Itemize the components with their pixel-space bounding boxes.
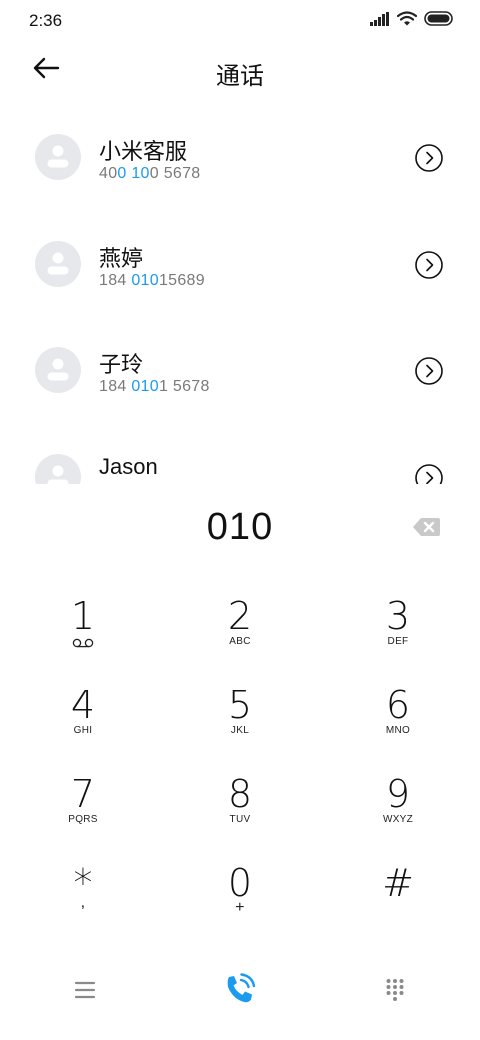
number-part: 0 5678: [149, 165, 201, 182]
key-1[interactable]: 1: [13, 594, 153, 674]
key-2[interactable]: 2 ABC: [170, 594, 310, 674]
key-8[interactable]: 8 TUV: [170, 772, 310, 852]
key-4[interactable]: 4 GHI: [13, 683, 153, 763]
key-letters: ,: [80, 894, 86, 911]
key-7[interactable]: 7 PQRS: [13, 772, 153, 852]
key-0[interactable]: 0 +: [170, 861, 310, 941]
chevron-circle-icon: [415, 251, 443, 279]
key-digit: 5: [227, 683, 253, 727]
key-digit: 9: [385, 772, 411, 816]
dialed-number[interactable]: 010: [0, 506, 480, 549]
page-title: 通话: [216, 63, 264, 90]
contact-number: 400 100 5678: [99, 165, 201, 183]
number-part: 184: [99, 272, 132, 289]
contact-detail-button[interactable]: [414, 463, 444, 484]
contact-name: 燕婷: [99, 246, 144, 271]
menu-icon: [74, 981, 96, 999]
key-letters: ABC: [229, 636, 251, 647]
key-5[interactable]: 5 JKL: [170, 683, 310, 763]
contact-row[interactable]: 燕婷 184 01015689: [0, 217, 480, 313]
header: 通话: [0, 40, 480, 100]
key-digit: 3: [385, 594, 411, 638]
key-9[interactable]: 9 WXYZ: [328, 772, 468, 852]
bottom-bar: [0, 960, 480, 1020]
number-match-highlight: 010: [131, 378, 159, 395]
wifi-icon: [397, 11, 417, 26]
key-digit: 6: [385, 683, 411, 727]
call-button[interactable]: [218, 968, 262, 1012]
key-digit: 2: [227, 594, 253, 638]
status-icons: [370, 11, 454, 26]
dialpad-icon: [386, 979, 404, 1001]
number-part: 15689: [158, 272, 205, 289]
avatar: [35, 347, 81, 393]
key-digit: #: [382, 861, 414, 905]
contact-row[interactable]: 小米客服 400 100 5678: [0, 110, 480, 206]
key-letters: WXYZ: [382, 814, 414, 825]
key-sub: [72, 638, 94, 652]
key-digit: 1: [70, 594, 96, 638]
avatar: [35, 134, 81, 180]
key-letters: TUV: [229, 814, 251, 825]
person-icon: [47, 145, 69, 168]
contact-name: 小米客服: [99, 139, 188, 164]
avatar: [35, 241, 81, 287]
backspace-icon: [413, 518, 440, 536]
contact-detail-button[interactable]: [414, 143, 444, 173]
contact-detail-button[interactable]: [414, 250, 444, 280]
status-time: 2:36: [29, 11, 63, 30]
avatar: [35, 454, 81, 484]
signal-icon: [370, 11, 390, 26]
chevron-circle-icon: [415, 357, 443, 385]
number-part: 184: [99, 378, 132, 395]
person-icon: [47, 252, 69, 275]
contact-number: 184 01015689: [99, 272, 205, 290]
battery-icon: [424, 11, 454, 26]
key-letters: JKL: [230, 725, 250, 736]
number-part: 1 5678: [158, 378, 210, 395]
phone-call-icon: [227, 973, 256, 1003]
key-hash[interactable]: #: [328, 861, 468, 941]
key-letters: DEF: [387, 636, 409, 647]
contact-name: Jason: [99, 454, 158, 479]
contact-list[interactable]: 小米客服 400 100 5678 燕婷 184 01015689 子玲 184…: [0, 110, 480, 484]
contact-detail-button[interactable]: [414, 356, 444, 386]
key-letters: +: [235, 899, 245, 916]
key-letters: GHI: [73, 725, 93, 736]
number-match-highlight: 010: [131, 272, 159, 289]
number-match-highlight: 0 10: [117, 165, 150, 182]
key-digit: 7: [70, 772, 96, 816]
key-star[interactable]: * ,: [13, 861, 153, 941]
chevron-circle-icon: [415, 144, 443, 172]
key-letters: MNO: [385, 725, 411, 736]
chevron-circle-icon: [415, 464, 443, 484]
key-3[interactable]: 3 DEF: [328, 594, 468, 674]
number-part: 40: [99, 165, 118, 182]
contact-row[interactable]: Jason: [0, 430, 480, 484]
contact-row[interactable]: 子玲 184 0101 5678: [0, 323, 480, 419]
person-icon: [47, 465, 69, 484]
voicemail-icon: [72, 638, 94, 648]
key-digit: 4: [70, 683, 96, 727]
contact-number: 184 0101 5678: [99, 378, 210, 396]
key-digit: 8: [227, 772, 253, 816]
person-icon: [47, 358, 69, 381]
backspace-button[interactable]: [412, 516, 442, 538]
dial-display: 010: [0, 500, 480, 560]
dialpad-toggle-button[interactable]: [373, 968, 417, 1012]
key-6[interactable]: 6 MNO: [328, 683, 468, 763]
status-bar: 2:36: [0, 0, 480, 40]
contact-name: 子玲: [99, 352, 144, 377]
key-letters: PQRS: [68, 814, 98, 825]
menu-button[interactable]: [63, 968, 107, 1012]
